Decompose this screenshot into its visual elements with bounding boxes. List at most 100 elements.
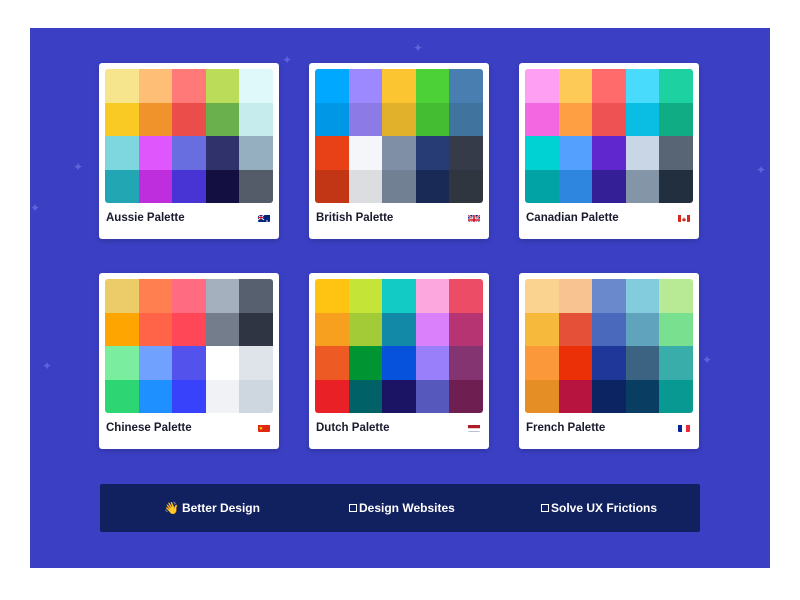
color-swatch[interactable] bbox=[415, 69, 450, 103]
color-swatch[interactable] bbox=[172, 379, 206, 413]
color-swatch[interactable] bbox=[239, 379, 273, 413]
color-swatch[interactable] bbox=[415, 379, 450, 413]
color-swatch[interactable] bbox=[138, 136, 173, 170]
color-swatch[interactable] bbox=[205, 379, 240, 413]
color-swatch[interactable] bbox=[625, 169, 660, 203]
color-swatch[interactable] bbox=[415, 279, 450, 313]
color-swatch[interactable] bbox=[659, 102, 693, 136]
color-swatch[interactable] bbox=[382, 379, 416, 413]
color-swatch[interactable] bbox=[172, 312, 206, 346]
color-swatch[interactable] bbox=[449, 169, 483, 203]
color-swatch[interactable] bbox=[558, 279, 593, 313]
color-swatch[interactable] bbox=[138, 312, 173, 346]
color-swatch[interactable] bbox=[348, 136, 383, 170]
color-swatch[interactable] bbox=[558, 379, 593, 413]
color-swatch[interactable] bbox=[449, 346, 483, 380]
color-swatch[interactable] bbox=[138, 102, 173, 136]
color-swatch[interactable] bbox=[558, 169, 593, 203]
color-swatch[interactable] bbox=[525, 169, 559, 203]
color-swatch[interactable] bbox=[415, 102, 450, 136]
color-swatch[interactable] bbox=[659, 346, 693, 380]
color-swatch[interactable] bbox=[382, 312, 416, 346]
color-swatch[interactable] bbox=[348, 379, 383, 413]
color-swatch[interactable] bbox=[138, 279, 173, 313]
color-swatch[interactable] bbox=[205, 279, 240, 313]
color-swatch[interactable] bbox=[315, 102, 349, 136]
palette-card[interactable]: British Palette bbox=[309, 63, 489, 239]
color-swatch[interactable] bbox=[625, 69, 660, 103]
color-swatch[interactable] bbox=[415, 312, 450, 346]
color-swatch[interactable] bbox=[172, 102, 206, 136]
color-swatch[interactable] bbox=[348, 346, 383, 380]
color-swatch[interactable] bbox=[239, 136, 273, 170]
color-swatch[interactable] bbox=[659, 279, 693, 313]
color-swatch[interactable] bbox=[205, 169, 240, 203]
color-swatch[interactable] bbox=[449, 312, 483, 346]
color-swatch[interactable] bbox=[239, 312, 273, 346]
color-swatch[interactable] bbox=[415, 346, 450, 380]
color-swatch[interactable] bbox=[138, 379, 173, 413]
color-swatch[interactable] bbox=[315, 136, 349, 170]
color-swatch[interactable] bbox=[558, 312, 593, 346]
color-swatch[interactable] bbox=[659, 136, 693, 170]
color-swatch[interactable] bbox=[105, 169, 139, 203]
palette-card[interactable]: Aussie Palette bbox=[99, 63, 279, 239]
color-swatch[interactable] bbox=[348, 102, 383, 136]
color-swatch[interactable] bbox=[625, 346, 660, 380]
color-swatch[interactable] bbox=[315, 69, 349, 103]
color-swatch[interactable] bbox=[105, 69, 139, 103]
color-swatch[interactable] bbox=[382, 136, 416, 170]
color-swatch[interactable] bbox=[205, 102, 240, 136]
palette-card[interactable]: Dutch Palette bbox=[309, 273, 489, 449]
color-swatch[interactable] bbox=[558, 102, 593, 136]
color-swatch[interactable] bbox=[415, 136, 450, 170]
color-swatch[interactable] bbox=[315, 346, 349, 380]
color-swatch[interactable] bbox=[105, 136, 139, 170]
color-swatch[interactable] bbox=[449, 102, 483, 136]
palette-card[interactable]: Canadian Palette bbox=[519, 63, 699, 239]
color-swatch[interactable] bbox=[592, 312, 626, 346]
color-swatch[interactable] bbox=[625, 102, 660, 136]
color-swatch[interactable] bbox=[558, 69, 593, 103]
color-swatch[interactable] bbox=[525, 69, 559, 103]
color-swatch[interactable] bbox=[592, 279, 626, 313]
color-swatch[interactable] bbox=[172, 136, 206, 170]
color-swatch[interactable] bbox=[525, 102, 559, 136]
color-swatch[interactable] bbox=[382, 102, 416, 136]
color-swatch[interactable] bbox=[449, 136, 483, 170]
color-swatch[interactable] bbox=[239, 169, 273, 203]
color-swatch[interactable] bbox=[205, 312, 240, 346]
color-swatch[interactable] bbox=[525, 312, 559, 346]
color-swatch[interactable] bbox=[105, 346, 139, 380]
color-swatch[interactable] bbox=[239, 69, 273, 103]
color-swatch[interactable] bbox=[348, 69, 383, 103]
color-swatch[interactable] bbox=[315, 312, 349, 346]
color-swatch[interactable] bbox=[239, 279, 273, 313]
color-swatch[interactable] bbox=[625, 379, 660, 413]
palette-card[interactable]: French Palette bbox=[519, 273, 699, 449]
color-swatch[interactable] bbox=[138, 346, 173, 380]
color-swatch[interactable] bbox=[449, 379, 483, 413]
color-swatch[interactable] bbox=[625, 136, 660, 170]
color-swatch[interactable] bbox=[659, 312, 693, 346]
color-swatch[interactable] bbox=[525, 279, 559, 313]
color-swatch[interactable] bbox=[348, 312, 383, 346]
color-swatch[interactable] bbox=[525, 379, 559, 413]
color-swatch[interactable] bbox=[592, 346, 626, 380]
color-swatch[interactable] bbox=[105, 102, 139, 136]
color-swatch[interactable] bbox=[205, 136, 240, 170]
color-swatch[interactable] bbox=[382, 279, 416, 313]
color-swatch[interactable] bbox=[172, 279, 206, 313]
color-swatch[interactable] bbox=[382, 346, 416, 380]
color-swatch[interactable] bbox=[592, 136, 626, 170]
color-swatch[interactable] bbox=[105, 312, 139, 346]
color-swatch[interactable] bbox=[315, 279, 349, 313]
color-swatch[interactable] bbox=[592, 69, 626, 103]
color-swatch[interactable] bbox=[239, 346, 273, 380]
color-swatch[interactable] bbox=[315, 169, 349, 203]
color-swatch[interactable] bbox=[105, 379, 139, 413]
color-swatch[interactable] bbox=[525, 346, 559, 380]
color-swatch[interactable] bbox=[105, 279, 139, 313]
color-swatch[interactable] bbox=[659, 379, 693, 413]
color-swatch[interactable] bbox=[449, 279, 483, 313]
